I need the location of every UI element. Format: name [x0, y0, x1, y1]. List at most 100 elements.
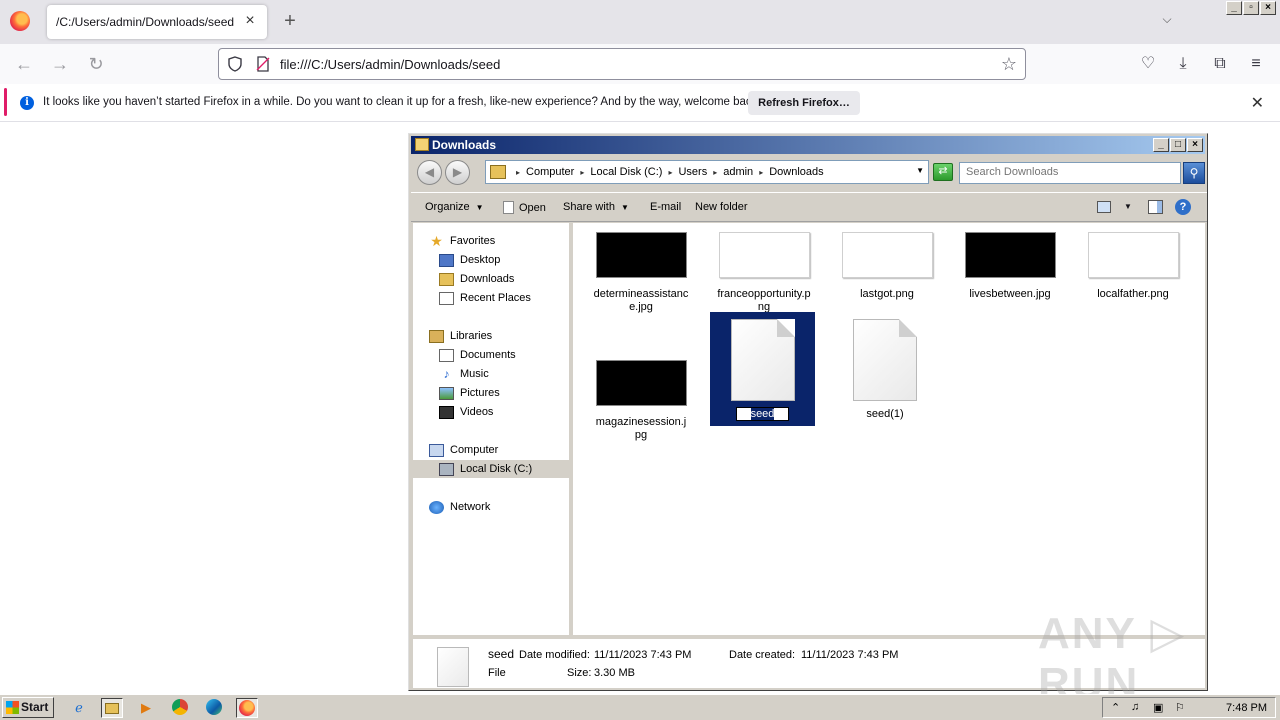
file-icon[interactable]	[255, 56, 271, 72]
nav-item-documents[interactable]: Documents	[439, 346, 516, 364]
url-bar[interactable]: file:///C:/Users/admin/Downloads/seed ☆	[218, 48, 1026, 80]
pictures-icon	[439, 386, 454, 400]
file-item[interactable]: seed(1)	[833, 319, 937, 421]
file-item[interactable]: franceopportunity.png	[712, 232, 816, 314]
pocket-icon[interactable]: ♡	[1136, 52, 1160, 76]
rename-box[interactable]: seed	[735, 407, 790, 421]
nav-item-computer[interactable]: Computer	[429, 441, 498, 459]
back-arrow-icon[interactable]: ◀	[417, 160, 442, 185]
file-name: franceopportunity.png	[717, 288, 811, 313]
breadcrumb-admin[interactable]: admin	[723, 166, 753, 178]
breadcrumb[interactable]: ▸ Computer ▸ Local Disk (C:) ▸ Users ▸ a…	[485, 160, 929, 184]
organize-button[interactable]: Organize ▼	[425, 201, 484, 213]
back-arrow-icon[interactable]: ←	[12, 52, 36, 76]
image-thumbnail	[718, 232, 810, 278]
shield-icon[interactable]	[227, 56, 243, 72]
file-item[interactable]: determineassistance.jpg	[589, 232, 693, 314]
firefox-taskbar-icon[interactable]	[236, 698, 258, 718]
breadcrumb-computer[interactable]: Computer	[526, 166, 574, 178]
restore-icon[interactable]: ▫	[1243, 1, 1259, 15]
close-icon[interactable]: ×	[1187, 138, 1203, 152]
file-item-selected[interactable]: seed	[710, 312, 815, 426]
file-item[interactable]: lastgot.png	[835, 232, 939, 301]
explorer-title-bar[interactable]: Downloads _ □ ×	[411, 136, 1205, 154]
file-item[interactable]: localfather.png	[1081, 232, 1185, 301]
notification-bar: i It looks like you haven’t started Fire…	[0, 84, 1280, 122]
open-button[interactable]: Open	[503, 201, 546, 214]
downloads-folder-icon	[439, 272, 454, 286]
explorer-taskbar-icon[interactable]	[101, 698, 123, 718]
breadcrumb-downloads[interactable]: Downloads	[769, 166, 823, 178]
search-input[interactable]	[966, 166, 1166, 178]
chevron-right-icon[interactable]: ▸	[668, 168, 672, 177]
close-icon[interactable]: ×	[1260, 1, 1276, 15]
edge-logo-icon	[206, 699, 222, 715]
share-with-button[interactable]: Share with ▼	[563, 201, 629, 213]
url-text[interactable]: file:///C:/Users/admin/Downloads/seed	[280, 57, 500, 72]
preview-pane-icon[interactable]	[1148, 200, 1163, 214]
libraries-icon	[429, 329, 444, 343]
clock[interactable]: 7:48 PM	[1226, 702, 1267, 714]
tab-list-chevron-icon[interactable]: ⌵	[1158, 12, 1176, 30]
nav-item-music[interactable]: ♪ Music	[439, 365, 489, 383]
nav-item-favorites[interactable]: ★ Favorites	[429, 232, 495, 250]
nav-item-libraries[interactable]: Libraries	[429, 327, 492, 345]
edge-icon[interactable]	[203, 698, 225, 718]
nav-item-pictures[interactable]: Pictures	[439, 384, 500, 402]
reload-icon[interactable]: ↻	[84, 52, 108, 76]
internet-explorer-icon[interactable]: ℯ	[68, 698, 90, 718]
refresh-firefox-button[interactable]: Refresh Firefox…	[748, 91, 860, 115]
file-item[interactable]: magazinesession.jpg	[589, 360, 693, 442]
chevron-right-icon[interactable]: ▸	[516, 168, 520, 177]
chevron-right-icon[interactable]: ▸	[713, 168, 717, 177]
network-icon[interactable]: ▣	[1153, 701, 1163, 714]
minimize-icon[interactable]: _	[1153, 138, 1169, 152]
start-label: Start	[21, 700, 49, 714]
open-label: Open	[519, 202, 546, 214]
search-field[interactable]	[959, 162, 1181, 184]
help-icon[interactable]: ?	[1175, 199, 1191, 215]
nav-item-videos[interactable]: Videos	[439, 403, 493, 421]
date-created-label: Date created:	[729, 649, 796, 661]
volume-icon[interactable]: ♫	[1131, 701, 1139, 713]
minimize-icon[interactable]: _	[1226, 1, 1242, 15]
nav-item-recent-places[interactable]: Recent Places	[439, 289, 531, 307]
file-item[interactable]: livesbetween.jpg	[958, 232, 1062, 301]
file-name[interactable]: seed	[750, 408, 775, 420]
chevron-up-icon[interactable]: ⌃	[1111, 701, 1120, 714]
file-name-rename[interactable]: seed	[710, 407, 815, 421]
chevron-right-icon[interactable]: ▸	[580, 168, 584, 177]
chevron-right-icon[interactable]: ▸	[759, 168, 763, 177]
forward-arrow-icon[interactable]: ▶	[445, 160, 470, 185]
media-player-icon[interactable]: ▶	[135, 698, 157, 718]
email-button[interactable]: E-mail	[650, 201, 681, 213]
chrome-icon[interactable]	[169, 698, 191, 718]
new-folder-button[interactable]: New folder	[695, 201, 748, 213]
search-icon[interactable]: ⚲	[1183, 162, 1205, 184]
menu-icon[interactable]: ≡	[1244, 52, 1268, 76]
breadcrumb-users[interactable]: Users	[678, 166, 707, 178]
nav-item-desktop[interactable]: Desktop	[439, 251, 500, 269]
bookmark-star-icon[interactable]: ☆	[1001, 54, 1017, 75]
tab-close-icon[interactable]: ×	[241, 12, 259, 30]
downloads-icon[interactable]: ⤓	[1171, 52, 1195, 76]
chevron-down-icon[interactable]: ▼	[916, 166, 924, 175]
nav-item-network[interactable]: Network	[429, 498, 490, 516]
browser-window-controls: _ ▫ ×	[1226, 1, 1276, 15]
refresh-icon[interactable]: ⇄	[933, 163, 953, 181]
maximize-icon[interactable]: □	[1170, 138, 1186, 152]
chevron-down-icon[interactable]: ▼	[1124, 202, 1132, 211]
music-note-icon: ♪	[443, 366, 450, 381]
action-center-flag-icon[interactable]: ⚐	[1175, 701, 1185, 714]
nav-item-downloads[interactable]: Downloads	[439, 270, 514, 288]
notification-close-icon[interactable]: ✕	[1251, 93, 1264, 113]
navigation-pane: ★ Favorites Desktop Downloads Recent Plac…	[413, 223, 571, 635]
breadcrumb-local-disk[interactable]: Local Disk (C:)	[590, 166, 662, 178]
view-options-icon[interactable]	[1097, 201, 1111, 213]
extensions-icon[interactable]: ⧉	[1208, 52, 1232, 76]
start-button[interactable]: Start	[2, 697, 54, 718]
forward-arrow-icon[interactable]: →	[48, 52, 72, 76]
nav-item-local-disk[interactable]: Local Disk (C:)	[413, 460, 569, 478]
new-tab-icon[interactable]: +	[280, 11, 300, 31]
browser-tab[interactable]: /C:/Users/admin/Downloads/seed ×	[47, 5, 267, 39]
